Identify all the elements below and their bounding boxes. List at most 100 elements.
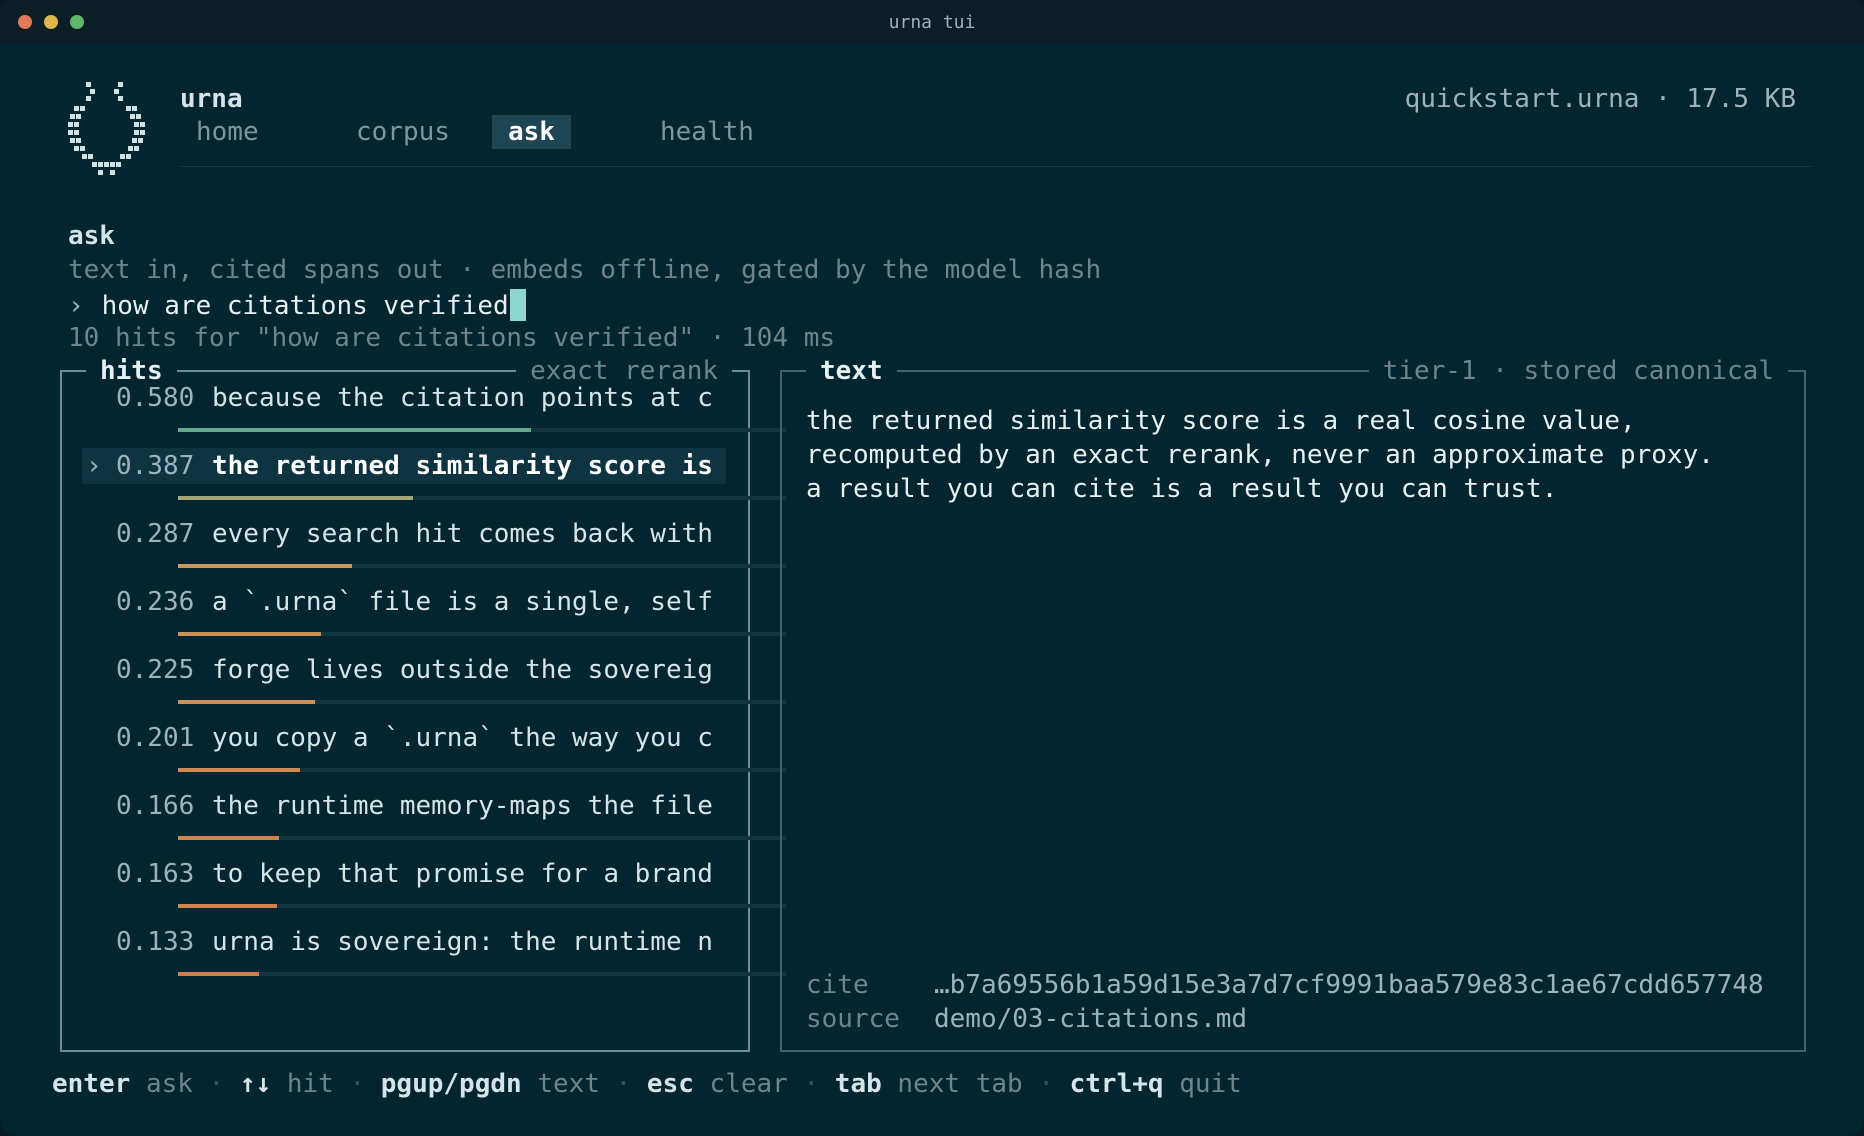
hit-item[interactable]: 0.580 because the citation points at c <box>82 376 786 444</box>
app-name: urna <box>180 84 243 114</box>
shortcut-separator: · <box>349 1069 366 1099</box>
hit-snippet: because the citation points at c <box>212 383 713 413</box>
hit-item[interactable]: 0.225 forge lives outside the sovereig <box>82 648 786 716</box>
hits-panel: hits exact rerank 0.580 because the citat… <box>60 355 786 1052</box>
hit-text-body: the returned similarity score is a real … <box>806 406 1714 504</box>
hit-snippet: forge lives outside the sovereig <box>212 655 713 685</box>
text-panel: text tier-1 · stored canonical the retur… <box>780 355 1806 1052</box>
score-bar-fill <box>178 904 278 908</box>
hit-score: 0.166 <box>116 791 195 821</box>
score-bar-track <box>178 496 786 500</box>
tab-home[interactable]: home <box>180 115 275 149</box>
hit-row[interactable]: 0.133 urna is sovereign: the runtime n <box>82 924 726 960</box>
shortcut-desc: hit <box>286 1069 334 1099</box>
shortcut-desc: text <box>537 1069 600 1099</box>
hit-snippet: a `.urna` file is a single, self <box>212 587 713 617</box>
cite-label: cite <box>806 970 869 1000</box>
hit-score: 0.225 <box>116 655 195 685</box>
hit-snippet: the returned similarity score is <box>212 451 713 481</box>
file-info: quickstart.urna · 17.5 KB <box>1404 84 1796 114</box>
tab-health[interactable]: health <box>644 115 770 149</box>
text-panel-title: text <box>806 355 897 387</box>
shortcut-desc: ask <box>145 1069 193 1099</box>
page-subtitle: text in, cited spans out · embeds offlin… <box>68 255 1102 285</box>
shortcut-separator: · <box>1038 1069 1054 1099</box>
hit-row[interactable]: 0.580 because the citation points at c <box>82 380 726 416</box>
window-title: urna tui <box>888 12 976 33</box>
hit-item[interactable]: 0.287 every search hit comes back with <box>82 512 786 580</box>
hit-row[interactable]: 0.236 a `.urna` file is a single, self <box>82 584 726 620</box>
selected-hit-marker: › <box>86 451 102 481</box>
score-bar-fill <box>178 632 322 636</box>
text-cursor <box>509 289 526 321</box>
shortcut-separator: · <box>615 1069 632 1099</box>
hit-row[interactable]: › 0.387 the returned similarity score is <box>82 448 726 484</box>
hit-snippet: every search hit comes back with <box>212 519 713 549</box>
prompt-caret: › <box>68 291 84 321</box>
shortcut-key: tab <box>834 1069 882 1099</box>
shortcut-desc: clear <box>709 1069 788 1099</box>
search-status: 10 hits for "how are citations verified"… <box>68 323 836 353</box>
tab-corpus[interactable]: corpus <box>340 115 466 149</box>
hit-row[interactable]: 0.225 forge lives outside the sovereig <box>82 652 726 688</box>
cite-hash: …b7a69556b1a59d15e3a7d7cf9991baa579e83c1… <box>934 970 1764 1000</box>
hit-score: 0.163 <box>116 859 195 889</box>
shortcut-key: ctrl+q <box>1069 1069 1164 1099</box>
score-bar-track <box>178 564 786 568</box>
shortcut-key: enter <box>52 1069 131 1099</box>
score-bar-track <box>178 428 786 432</box>
hit-snippet: urna is sovereign: the runtime n <box>212 927 713 957</box>
hit-row[interactable]: 0.166 the runtime memory-maps the file <box>82 788 726 824</box>
urna-logo-icon <box>68 82 145 175</box>
keyboard-shortcuts-bar: enter ask · ↑↓ hit · pgup/pgdn text · es… <box>52 1069 1242 1099</box>
score-bar-fill <box>178 972 259 976</box>
score-bar-track <box>178 700 786 704</box>
hit-row[interactable]: 0.287 every search hit comes back with <box>82 516 726 552</box>
text-panel-subtitle: tier-1 · stored canonical <box>1368 355 1788 387</box>
score-bar-fill <box>178 700 315 704</box>
score-bar-fill <box>178 496 414 500</box>
hit-score: 0.236 <box>116 587 195 617</box>
shortcut-separator: · <box>803 1069 820 1099</box>
tab-ask[interactable]: ask <box>492 115 571 149</box>
hit-row[interactable]: 0.163 to keep that promise for a brand <box>82 856 726 892</box>
hit-score: 0.287 <box>116 519 195 549</box>
score-bar-track <box>178 972 786 976</box>
shortcut-key: pgup/pgdn <box>380 1069 522 1099</box>
score-bar-fill <box>178 768 301 772</box>
hit-row[interactable]: 0.201 you copy a `.urna` the way you c <box>82 720 726 756</box>
hit-snippet: to keep that promise for a brand <box>212 859 713 889</box>
hit-snippet: the runtime memory-maps the file <box>212 791 713 821</box>
hit-item[interactable]: 0.133 urna is sovereign: the runtime n <box>82 920 786 988</box>
score-bar-track <box>178 904 786 908</box>
query-text: how are citations verified <box>101 291 509 321</box>
shortcut-desc: next tab <box>897 1069 1023 1099</box>
title-bar: urna tui <box>0 0 1864 44</box>
page-title: ask <box>68 221 115 251</box>
hit-item[interactable]: 0.236 a `.urna` file is a single, self <box>82 580 786 648</box>
hit-score: 0.201 <box>116 723 195 753</box>
hit-item[interactable]: 0.166 the runtime memory-maps the file <box>82 784 786 852</box>
tab-divider <box>180 166 1812 167</box>
score-bar-track <box>178 632 786 636</box>
score-bar-fill <box>178 564 353 568</box>
score-bar-fill <box>178 428 531 432</box>
score-bar-fill <box>178 836 279 840</box>
shortcut-separator: · <box>208 1069 225 1099</box>
query-input[interactable]: › how are citations verified <box>68 289 526 321</box>
shortcut-desc: quit <box>1179 1069 1242 1099</box>
score-bar-track <box>178 836 786 840</box>
hit-item[interactable]: 0.201 you copy a `.urna` the way you c <box>82 716 786 784</box>
hit-score: 0.133 <box>116 927 195 957</box>
hit-score: 0.387 <box>116 451 195 481</box>
shortcut-key: ↑↓ <box>239 1069 272 1099</box>
hit-score: 0.580 <box>116 383 195 413</box>
shortcut-key: esc <box>646 1069 694 1099</box>
source-path: demo/03-citations.md <box>934 1004 1248 1034</box>
app-window: urna tui urna home corpus ask health qui… <box>0 0 1864 1136</box>
hit-item[interactable]: › 0.387 the returned similarity score is <box>82 444 786 512</box>
hit-snippet: you copy a `.urna` the way you c <box>212 723 713 753</box>
source-label: source <box>806 1004 900 1034</box>
score-bar-track <box>178 768 786 772</box>
hit-item[interactable]: 0.163 to keep that promise for a brand <box>82 852 786 920</box>
